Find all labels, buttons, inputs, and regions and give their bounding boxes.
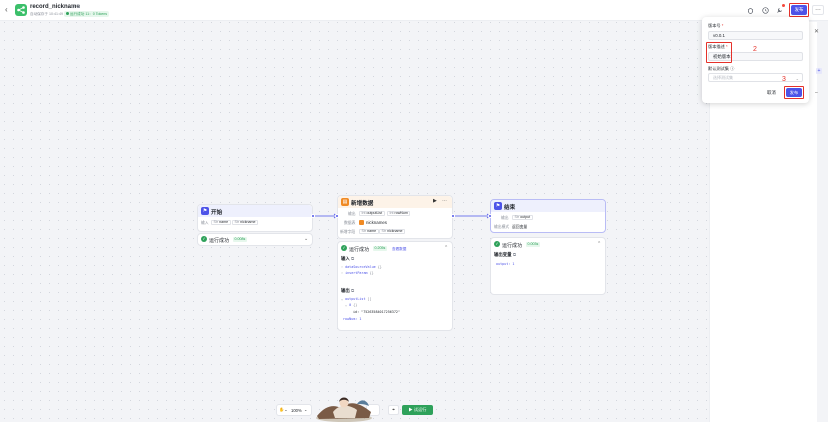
add-table-key: 数据表 bbox=[344, 221, 356, 225]
cursor-icon[interactable]: ⌖ bbox=[388, 405, 399, 415]
zoom-level[interactable]: 100% bbox=[291, 408, 302, 413]
end-output-key: 输出 bbox=[501, 216, 509, 220]
end-mode-key: 输出模式 bbox=[494, 225, 510, 229]
start-input-key: 输入 bbox=[201, 221, 209, 225]
chevron-down-icon[interactable]: ⌄ bbox=[304, 236, 308, 242]
add-output-key: 输出 bbox=[348, 212, 356, 216]
chevron-down-icon[interactable]: ⌄ bbox=[304, 407, 308, 412]
add-output-line: rowNum: 1 bbox=[343, 317, 362, 321]
add-output-handle[interactable] bbox=[451, 214, 455, 218]
add-output-line: ⌄ 0 {} bbox=[345, 303, 358, 307]
test-run-label: 试运行 bbox=[413, 407, 427, 412]
database-icon: ▤ bbox=[341, 198, 349, 206]
check-circle-icon: ✓ bbox=[341, 245, 347, 251]
add-output-line: ⌄ outputList [] bbox=[341, 297, 372, 301]
add-table-name: nicknames bbox=[366, 220, 387, 225]
start-output-handle[interactable] bbox=[311, 214, 315, 218]
mascot-figure bbox=[313, 392, 375, 422]
add-field-chip: Str name bbox=[359, 229, 379, 234]
test-run-button[interactable]: ▶ 试运行 bbox=[402, 405, 433, 415]
end-input-handle[interactable] bbox=[488, 214, 492, 218]
add-input-title: 输入 ⧉ bbox=[341, 256, 355, 261]
add-output-title: 输出 ⧉ bbox=[341, 288, 355, 293]
add-input-handle[interactable] bbox=[335, 214, 339, 218]
end-output-chip: Str output bbox=[512, 215, 533, 220]
add-output-line: id: "75263584017256372" bbox=[353, 310, 400, 314]
chevron-up-icon[interactable]: ⌃ bbox=[597, 241, 601, 247]
add-input-line: › insertParam {} bbox=[341, 271, 374, 275]
check-circle-icon: ✓ bbox=[494, 241, 500, 247]
end-result-line: output: 1 bbox=[496, 262, 515, 266]
hand-icon[interactable]: ✋⌄ bbox=[279, 407, 288, 413]
add-input-line: › dataSourceValue {} bbox=[341, 265, 382, 269]
add-status: 运行成功 bbox=[349, 247, 370, 253]
end-status: 运行成功 bbox=[502, 243, 523, 249]
add-field-chip: Str nickname bbox=[379, 229, 405, 234]
end-time-badge: 0.003s bbox=[526, 242, 540, 247]
end-flag-icon: ⚑ bbox=[494, 202, 502, 210]
add-output-chip: Int rowNum bbox=[387, 211, 411, 216]
end-result-title: 输出变量 ⧉ bbox=[494, 252, 516, 257]
add-data-node-title: 新增数据 bbox=[351, 201, 374, 207]
chevron-up-icon[interactable]: ⌃ bbox=[444, 245, 448, 251]
end-mode-value: 返回变量 bbox=[512, 225, 528, 229]
add-output-chip: Int outputList bbox=[359, 211, 385, 216]
play-icon[interactable]: ▶ bbox=[433, 198, 437, 204]
start-param-chip: Str name bbox=[211, 220, 231, 225]
check-circle-icon: ✓ bbox=[201, 236, 207, 242]
view-data-link[interactable]: 查看数据 bbox=[392, 247, 406, 252]
start-param-chip: Str nickname bbox=[232, 220, 258, 225]
start-node-title: 开始 bbox=[211, 210, 223, 216]
more-icon[interactable]: … bbox=[442, 197, 447, 203]
add-time-badge: 0.205s bbox=[373, 246, 387, 251]
add-fields-key: 新增字段 bbox=[340, 230, 356, 234]
end-node-title: 结束 bbox=[504, 205, 516, 211]
start-flag-icon: ⚑ bbox=[201, 207, 209, 215]
table-icon bbox=[359, 220, 364, 225]
start-time-badge: 0.008s bbox=[233, 237, 247, 242]
start-status: 运行成功 bbox=[209, 238, 230, 244]
